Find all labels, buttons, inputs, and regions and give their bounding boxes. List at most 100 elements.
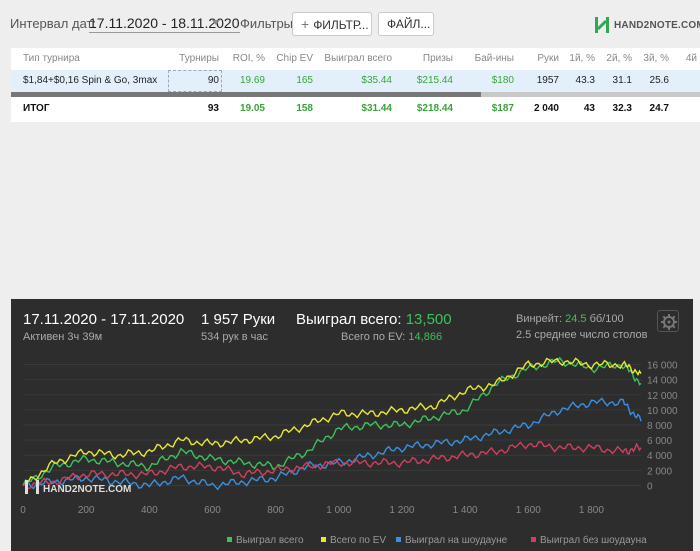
legend-swatch (531, 537, 536, 542)
legend-label: Выиграл всего (236, 535, 304, 546)
row-cell: 165 (296, 75, 313, 86)
horizontal-scrollbar[interactable] (11, 92, 700, 97)
won-total: Выиграл всего: 13,500 (296, 311, 452, 328)
x-tick-label: 800 (267, 505, 284, 516)
logo-text: HAND2NOTE.COM (614, 19, 700, 31)
headers-cell: Руки (537, 53, 559, 64)
headers-cell: Chip EV (276, 53, 313, 64)
row-cell: 25.6 (649, 75, 669, 86)
headers-cell: 2й, % (606, 53, 632, 64)
x-tick-label: 1 400 (453, 505, 478, 516)
legend-swatch (227, 537, 232, 542)
avg-tables: 2.5 среднее число столов (516, 329, 648, 341)
hands-per-hour: 534 рук в час (201, 331, 269, 343)
scrollbar-thumb[interactable] (481, 92, 700, 97)
table-row[interactable]: $1,84+$0,16 Spin & Go, 3max 90 19.69 165 $35… (11, 70, 700, 92)
row-cell: 31.1 (612, 75, 632, 86)
row-cell: 1957 (536, 75, 559, 86)
x-tick-label: 1 600 (516, 505, 541, 516)
legend-label: Выиграл на шоудауне (405, 535, 508, 546)
legend-label: Всего по EV (330, 535, 386, 546)
gear-icon (661, 314, 677, 330)
y-tick-label: 10 000 (647, 406, 678, 417)
y-tick-label: 16 000 (647, 361, 678, 372)
total-cell: 2 040 (533, 103, 559, 114)
chevron-down-icon[interactable] (212, 20, 220, 25)
series-line (22, 356, 642, 486)
file-button-label: ФАЙЛ... (387, 17, 431, 31)
headers-cell: Бай-ины (474, 53, 514, 64)
legend-swatch (396, 537, 401, 542)
y-tick-label: 14 000 (647, 376, 678, 387)
total-cell: 43 (583, 103, 595, 114)
row-cell: $1,84+$0,16 Spin & Go, 3max (23, 75, 158, 86)
table-header-row: Тип турнира Турниры ROI, % Chip EV Выиграл в… (11, 48, 700, 70)
headers-cell: Призы (422, 53, 453, 64)
total-cell: 32.3 (612, 103, 632, 114)
total-cell: 158 (296, 103, 313, 114)
headers-cell: 4й (685, 53, 697, 64)
ev-total-label: Всего по EV: (341, 331, 406, 343)
watermark-logo-icon (25, 480, 28, 494)
ev-total-value: 14,866 (408, 331, 443, 343)
panel-date-range: 17.11.2020 - 17.11.2020 (23, 311, 185, 328)
filters-label: Фильтры: (240, 16, 297, 31)
total-cell: 19.05 (239, 103, 265, 114)
winnings-chart: 0 2 000 4 000 6 000 8 000 10 000 12 000 14 000 1… (20, 356, 678, 546)
hand2note-logo-icon (595, 17, 609, 33)
row-cell (673, 70, 697, 92)
winrate-unit: бб/100 (589, 313, 624, 325)
total-cell: 24.7 (649, 103, 669, 114)
total-cell: $218.44 (416, 103, 453, 114)
headers-cell: 3й, % (643, 53, 669, 64)
stats-table: Тип турнира Турниры ROI, % Chip EV Выиграл в… (11, 48, 700, 122)
y-tick-label: 4 000 (647, 451, 672, 462)
legend-swatch (321, 537, 326, 542)
total-cell: 93 (207, 103, 219, 114)
hand2note-logo: HAND2NOTE.COM (594, 15, 700, 35)
x-tick-label: 200 (78, 505, 95, 516)
settings-button[interactable] (657, 310, 679, 332)
x-tick-label: 400 (141, 505, 158, 516)
x-tick-label: 1 000 (326, 505, 351, 516)
won-total-value: 13,500 (405, 311, 452, 328)
active-time: Активен 3ч 39м (23, 331, 103, 343)
ev-total: Всего по EV: 14,866 (341, 331, 442, 343)
won-total-label: Выиграл всего: (296, 311, 402, 328)
headers-cell: ROI, % (232, 53, 265, 64)
series-line (22, 357, 642, 486)
x-tick-label: 0 (20, 505, 26, 516)
winrate-label: Винрейт: (516, 313, 563, 325)
filter-button-label: ФИЛЬТР... (313, 18, 369, 32)
total-cell: ИТОГ (23, 103, 50, 114)
y-tick-label: 12 000 (647, 391, 678, 402)
hands-count: 1 957 Руки (201, 311, 276, 328)
x-tick-label: 1 200 (389, 505, 414, 516)
total-cell (673, 98, 697, 120)
y-tick-label: 2 000 (647, 466, 672, 477)
headers-cell: Тип турнира (23, 53, 80, 64)
legend-label: Выиграл без шоудауна (540, 534, 647, 546)
row-cell: $35.44 (361, 75, 392, 86)
x-tick-label: 600 (204, 505, 221, 516)
x-tick-label: 1 800 (579, 505, 604, 516)
watermark-logo-icon (36, 480, 39, 494)
chart-watermark: HAND2NOTE.COM (43, 484, 131, 495)
selected-cell (168, 70, 222, 92)
y-tick-label: 0 (647, 481, 653, 492)
total-cell: $187 (491, 103, 514, 114)
plus-icon: + (301, 16, 310, 32)
filter-button[interactable]: + ФИЛЬТР... (292, 12, 372, 36)
table-total-row: ИТОГ 93 19.05 158 $31.44 $218.44 $187 2 040 43 32… (11, 98, 700, 120)
file-button[interactable]: ФАЙЛ... (378, 12, 434, 36)
y-tick-label: 6 000 (647, 436, 672, 447)
row-cell: $215.44 (416, 75, 453, 86)
date-interval-label: Интервал дат: (10, 16, 97, 31)
graph-panel: 17.11.2020 - 17.11.2020 Активен 3ч 39м 1… (11, 299, 693, 551)
row-cell: 43.3 (575, 75, 595, 86)
headers-cell: Турниры (179, 53, 219, 64)
row-cell: 19.69 (239, 75, 265, 86)
top-toolbar: Интервал дат: 17.11.2020 - 18.11.2020 Фи… (0, 0, 700, 46)
total-cell: $31.44 (361, 103, 392, 114)
y-tick-label: 8 000 (647, 421, 672, 432)
